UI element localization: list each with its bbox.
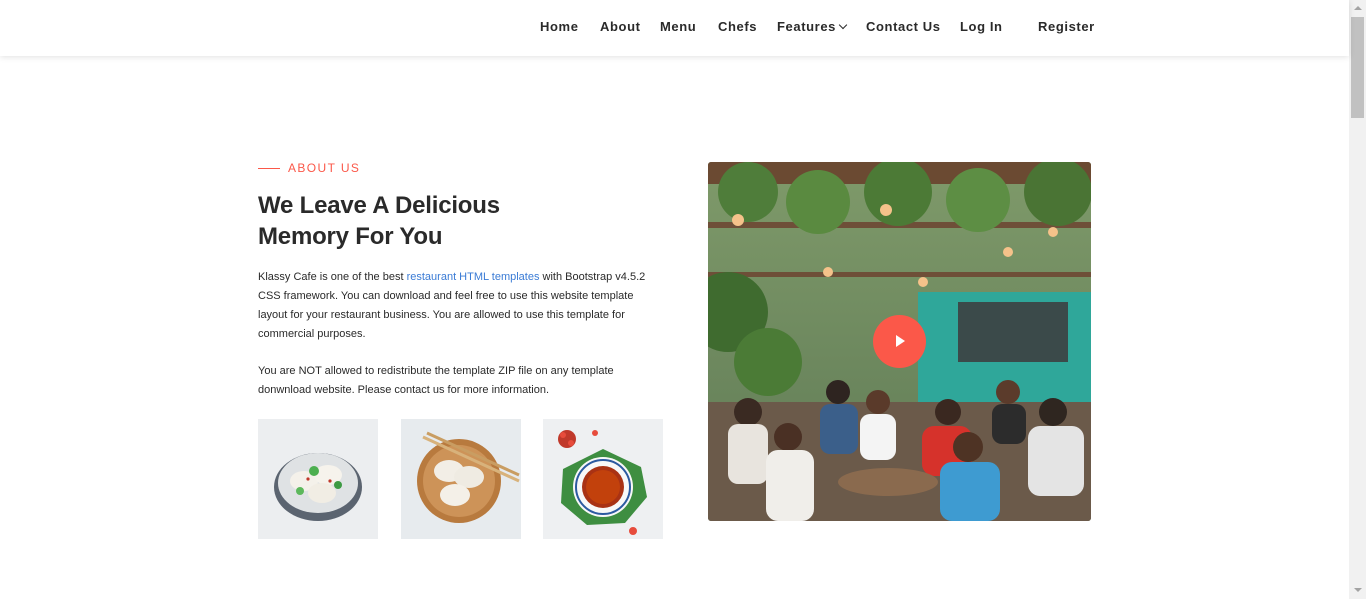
main-nav: Home About Menu Chefs Features Contact U…	[0, 0, 1349, 56]
about-paragraph-2: You are NOT allowed to redistribute the …	[258, 365, 614, 396]
play-icon[interactable]	[873, 315, 926, 368]
site-header: Home About Menu Chefs Features Contact U…	[0, 0, 1349, 56]
section-eyebrow: ABOUT US	[258, 161, 360, 175]
nav-contact-us[interactable]: Contact Us	[866, 19, 941, 34]
nav-chefs[interactable]: Chefs	[718, 19, 757, 34]
nav-register[interactable]: Register	[1038, 19, 1095, 34]
nav-home[interactable]: Home	[540, 19, 579, 34]
nav-menu[interactable]: Menu	[660, 19, 696, 34]
p1-text-before: Klassy Cafe is one of the best	[258, 271, 407, 283]
chevron-down-icon	[838, 20, 848, 30]
nav-features-label: Features	[777, 19, 836, 34]
dumplings-bowl-image	[258, 419, 378, 539]
nav-about[interactable]: About	[600, 19, 641, 34]
eyebrow-text: ABOUT US	[288, 161, 361, 175]
scroll-down-arrow[interactable]	[1349, 582, 1366, 599]
eyebrow-line	[258, 167, 280, 169]
nav-features[interactable]: Features	[777, 19, 848, 34]
scroll-thumb[interactable]	[1351, 17, 1364, 118]
dumplings-wooden-plate-image	[401, 419, 521, 539]
page-scrollbar[interactable]	[1349, 0, 1366, 599]
section-title: We Leave A Delicious Memory For You	[258, 190, 578, 252]
tea-cup-image	[543, 419, 663, 539]
title-line-1: We Leave A Delicious	[258, 192, 500, 219]
restaurant-templates-link[interactable]: restaurant HTML templates	[407, 271, 540, 283]
nav-log-in[interactable]: Log In	[960, 19, 1003, 34]
scroll-up-arrow[interactable]	[1349, 0, 1366, 17]
title-line-2: Memory For You	[258, 223, 443, 250]
about-paragraph-1: Klassy Cafe is one of the best restauran…	[258, 268, 653, 344]
